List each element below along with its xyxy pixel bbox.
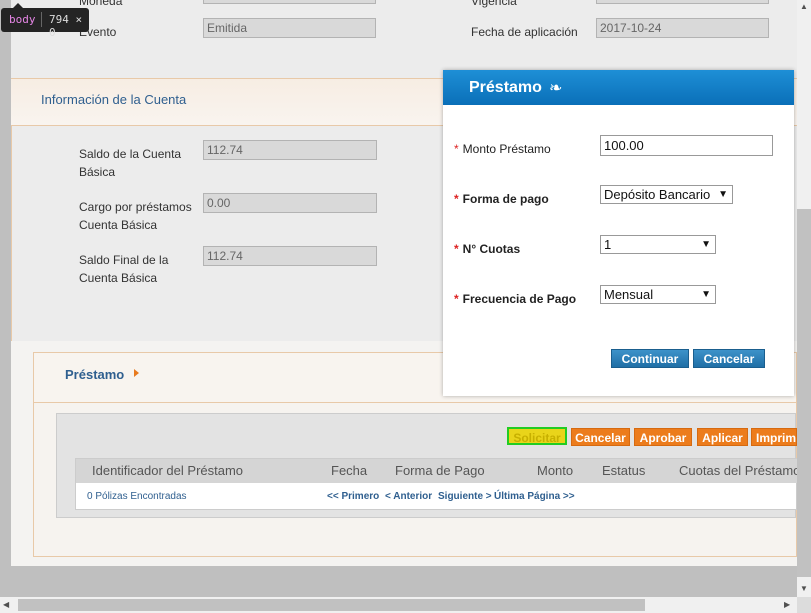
col-cuotas[interactable]: Cuotas del Préstamo <box>679 463 798 478</box>
scroll-right-icon[interactable]: ▶ <box>784 600 790 609</box>
dropdown-caret-icon: ▼ <box>701 239 711 250</box>
modal-cancelar-button[interactable]: Cancelar <box>693 349 765 368</box>
scrollbar-corner <box>797 597 811 613</box>
cancelar-button[interactable]: Cancelar <box>571 428 630 446</box>
col-monto[interactable]: Monto <box>537 463 573 478</box>
evento-field: Emitida <box>203 18 376 38</box>
required-asterisk: * <box>454 292 459 306</box>
col-fecha[interactable]: Fecha <box>331 463 367 478</box>
required-asterisk: * <box>454 242 459 256</box>
loans-table: Identificador del Préstamo Fecha Forma d… <box>75 458 798 510</box>
prestamo-modal: Préstamo ❧ * Monto Préstamo 100.00 * Forma… <box>443 70 794 396</box>
loans-table-header: Identificador del Préstamo Fecha Forma d… <box>76 459 798 483</box>
fecha-aplicacion-field: 2017-10-24 <box>596 18 769 38</box>
policies-found-count: 0 Pólizas Encontradas <box>87 491 187 502</box>
moneda-field <box>203 0 376 4</box>
dropdown-caret-icon: ▼ <box>718 189 728 200</box>
modal-header: Préstamo ❧ <box>443 70 794 105</box>
scroll-left-icon[interactable]: ◀ <box>3 600 9 609</box>
pager-first-link[interactable]: << Primero <box>327 491 379 502</box>
aplicar-button[interactable]: Aplicar <box>697 428 748 446</box>
vertical-scroll-thumb[interactable] <box>797 209 811 577</box>
col-identificador[interactable]: Identificador del Préstamo <box>92 463 243 478</box>
col-forma-pago[interactable]: Forma de Pago <box>395 463 485 478</box>
cuotas-select[interactable]: 1 ▼ <box>600 235 716 254</box>
saldo-final-label: Saldo Final de la Cuenta Básica <box>79 253 169 285</box>
expand-arrow-icon[interactable] <box>134 369 139 377</box>
prestamo-panel-title: Préstamo <box>65 367 125 382</box>
saldo-cuenta-field: 112.74 <box>203 140 377 160</box>
pager-next-link[interactable]: Siguiente > <box>438 491 492 502</box>
forma-pago-select[interactable]: Depósito Bancario ▼ <box>600 185 733 204</box>
solicitar-button[interactable]: Solicitar <box>507 427 567 445</box>
scroll-up-icon[interactable]: ▲ <box>800 2 808 11</box>
vigencia-field <box>596 0 769 4</box>
scroll-down-icon[interactable]: ▼ <box>800 584 808 593</box>
required-asterisk: * <box>454 192 459 206</box>
cargo-prestamos-label: Cargo por préstamos Cuenta Básica <box>79 200 192 232</box>
fecha-aplicacion-label: Fecha de aplicación <box>471 25 578 39</box>
account-info-title: Información de la Cuenta <box>41 92 187 107</box>
vigencia-label: Vigencia <box>471 0 517 8</box>
cargo-prestamos-field: 0.00 <box>203 193 377 213</box>
monto-prestamo-label: * Monto Préstamo <box>454 142 551 156</box>
aprobar-button[interactable]: Aprobar <box>634 428 692 446</box>
saldo-final-field: 112.74 <box>203 246 377 266</box>
continuar-button[interactable]: Continuar <box>611 349 689 368</box>
saldo-cuenta-label: Saldo de la Cuenta Básica <box>79 147 182 179</box>
devtools-element-size: 794 × 0 <box>49 13 83 39</box>
frecuencia-pago-label: * Frecuencia de Pago <box>454 292 577 306</box>
horizontal-scroll-thumb[interactable] <box>18 599 645 611</box>
prestamo-actions-box: Solicitar Cancelar Aprobar Aplicar Impri… <box>56 413 798 518</box>
pager-prev-link[interactable]: < Anterior <box>385 491 432 502</box>
monto-prestamo-input[interactable]: 100.00 <box>600 135 773 156</box>
feather-icon: ❧ <box>549 80 563 97</box>
imprimir-button[interactable]: Imprimir <box>751 428 797 446</box>
col-estatus[interactable]: Estatus <box>602 463 645 478</box>
modal-title: Préstamo <box>469 79 542 96</box>
cuotas-label: * N° Cuotas <box>454 242 521 256</box>
forma-pago-label: * Forma de pago <box>454 192 549 206</box>
dropdown-caret-icon: ▼ <box>701 289 711 300</box>
devtools-element-tag: body 794 × 0 <box>1 3 89 39</box>
pager-last-link[interactable]: Última Página >> <box>494 491 575 502</box>
required-asterisk: * <box>454 142 459 156</box>
devtools-element-name: body <box>9 13 36 26</box>
frecuencia-pago-select[interactable]: Mensual ▼ <box>600 285 716 304</box>
policy-info-section <box>11 0 797 78</box>
